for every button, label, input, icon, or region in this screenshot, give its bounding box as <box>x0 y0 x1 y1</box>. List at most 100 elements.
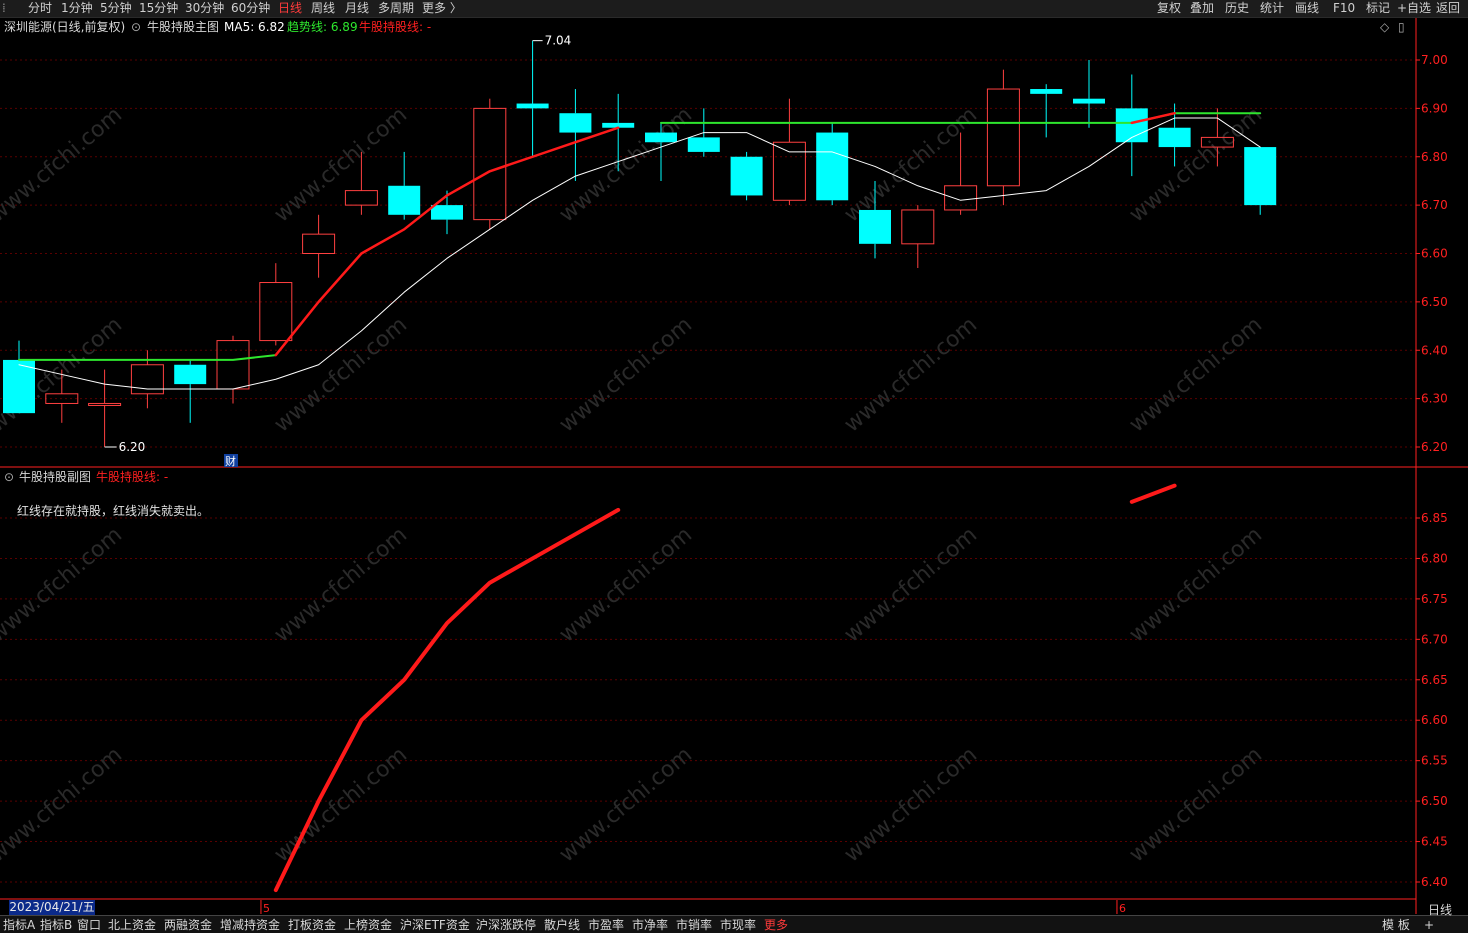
watermark-text: www.cfchi.com <box>270 312 412 437</box>
candle-up <box>259 282 293 342</box>
sub-axis-label: 6.40 <box>1421 875 1448 889</box>
watermark-text: www.cfchi.com <box>555 312 697 437</box>
watermark-layer: www.cfchi.com www.cfchi.com www.cfchi.com w… <box>0 102 1267 867</box>
candle-up <box>344 190 378 206</box>
diamond-icon[interactable]: ◇ <box>1380 19 1389 35</box>
sub-axis-label: 6.65 <box>1421 673 1448 687</box>
tab-indicator-a[interactable]: 指标A <box>3 917 35 933</box>
candle-up <box>302 233 336 254</box>
indicator-settings-icon[interactable]: ⊙ <box>131 19 141 35</box>
sub-indicator-name[interactable]: 牛股持股副图 <box>19 469 91 485</box>
sub-axis-label: 6.60 <box>1421 713 1448 727</box>
tab-margin[interactable]: 两融资金 <box>164 917 212 933</box>
candle-down <box>859 209 891 244</box>
watermark-text: www.cfchi.com <box>0 522 127 647</box>
tab-window[interactable]: 窗口 <box>77 917 101 933</box>
candle-down <box>645 132 677 143</box>
sub-axis-label: 6.45 <box>1421 835 1448 849</box>
stock-name-label[interactable]: 深圳能源(日线,前复权) <box>4 19 125 35</box>
financial-report-label: 财 <box>225 454 236 468</box>
watermark-text: www.cfchi.com <box>555 742 697 867</box>
kline-chart[interactable]: www.cfchi.com www.cfchi.com www.cfchi.com w… <box>0 0 1468 932</box>
sub-axis-label: 6.50 <box>1421 794 1448 808</box>
watermark-text: www.cfchi.com <box>555 522 697 647</box>
candle-down <box>3 359 35 414</box>
candle-down <box>174 364 207 385</box>
sub-axis-label: 6.55 <box>1421 754 1448 768</box>
candle-down <box>431 205 463 220</box>
main-axis-label: 6.60 <box>1421 247 1448 261</box>
main-axis-label: 6.40 <box>1421 343 1448 357</box>
watermark-text: www.cfchi.com <box>1125 312 1267 437</box>
layout-icon[interactable]: ▯ <box>1398 19 1405 35</box>
candle-down <box>816 132 849 201</box>
tab-ps[interactable]: 市销率 <box>676 917 712 933</box>
indicator-settings-icon[interactable]: ⊙ <box>4 469 14 485</box>
watermark-text: www.cfchi.com <box>1125 522 1267 647</box>
candle-down <box>559 113 592 133</box>
tab-pe[interactable]: 市盈率 <box>588 917 624 933</box>
add-window-button[interactable]: + <box>1424 917 1434 933</box>
candle-up <box>216 340 250 390</box>
main-indicator-name[interactable]: 牛股持股主图 <box>147 19 219 35</box>
tab-limit-funds[interactable]: 打板资金 <box>288 917 336 933</box>
sub-axis-label: 6.85 <box>1421 511 1448 525</box>
watermark-text: www.cfchi.com <box>0 742 127 867</box>
main-axis-label: 6.70 <box>1421 198 1448 212</box>
tab-list-funds[interactable]: 上榜资金 <box>344 917 392 933</box>
cursor-date-label: 2023/04/21/五 <box>9 900 95 915</box>
grid <box>0 59 1416 883</box>
main-axis-label: 6.20 <box>1421 440 1448 454</box>
month-label: 5 <box>263 902 270 915</box>
candle-down <box>516 103 549 109</box>
tab-pcf[interactable]: 市现率 <box>720 917 756 933</box>
tab-holding-change[interactable]: 增减持资金 <box>220 917 280 933</box>
candle-down <box>1073 98 1105 104</box>
tab-pb[interactable]: 市净率 <box>632 917 668 933</box>
sub-axis-label: 6.75 <box>1421 592 1448 606</box>
high-price-label: 7.04 <box>545 34 572 48</box>
candlestick-series <box>3 40 1277 447</box>
annotations: 7.04 6.20 财 <box>104 34 572 468</box>
tab-indicator-b[interactable]: 指标B <box>40 917 72 933</box>
sub-holding-line <box>1129 483 1177 504</box>
candle-up <box>88 402 122 406</box>
month-label: 6 <box>1119 902 1126 915</box>
candle-up <box>772 141 806 201</box>
candle-down <box>388 185 421 215</box>
template-button[interactable]: 模 板 <box>1382 917 1410 933</box>
candle-down <box>730 156 763 196</box>
tab-retail-line[interactable]: 散户线 <box>544 917 580 933</box>
low-price-label: 6.20 <box>119 440 146 454</box>
tab-limit-updown[interactable]: 沪深涨跌停 <box>476 917 536 933</box>
candle-up <box>986 88 1020 187</box>
watermark-text: www.cfchi.com <box>840 522 982 647</box>
candle-down <box>687 137 720 152</box>
candle-up <box>901 209 935 245</box>
tab-northbound[interactable]: 北上资金 <box>108 917 156 933</box>
main-axis-label: 6.80 <box>1421 150 1448 164</box>
sub-axis-label: 6.70 <box>1421 632 1448 646</box>
candle-down <box>1158 127 1191 148</box>
candle-down <box>1244 147 1277 206</box>
main-axis-label: 6.50 <box>1421 295 1448 309</box>
candle-up <box>473 107 507 221</box>
trend-value: 趋势线: 6.89 <box>287 20 358 34</box>
candle-down <box>1030 89 1063 94</box>
watermark-text: www.cfchi.com <box>270 522 412 647</box>
candle-up <box>944 185 978 211</box>
sub-axis-label: 6.80 <box>1421 551 1448 565</box>
main-axis-label: 6.90 <box>1421 101 1448 115</box>
sub-holding-line-value: 牛股持股线: - <box>96 470 169 484</box>
tab-etf-funds[interactable]: 沪深ETF资金 <box>400 917 470 933</box>
watermark-text: www.cfchi.com <box>840 742 982 867</box>
period-indicator: 日线 <box>1428 903 1453 917</box>
holding-line-value: 牛股持股线: - <box>359 20 432 34</box>
ma5-value: MA5: 6.82 <box>224 20 285 34</box>
indicator-tab-bar: 指标A 指标B 窗口 北上资金 两融资金 增减持资金 打板资金 上榜资金 沪深E… <box>0 915 1468 933</box>
watermark-text: www.cfchi.com <box>840 312 982 437</box>
indicator-note: 红线存在就持股，红线消失就卖出。 <box>17 504 210 518</box>
sub-holding-line <box>273 507 621 893</box>
tab-more[interactable]: 更多 <box>764 917 788 933</box>
watermark-text: www.cfchi.com <box>1125 742 1267 867</box>
